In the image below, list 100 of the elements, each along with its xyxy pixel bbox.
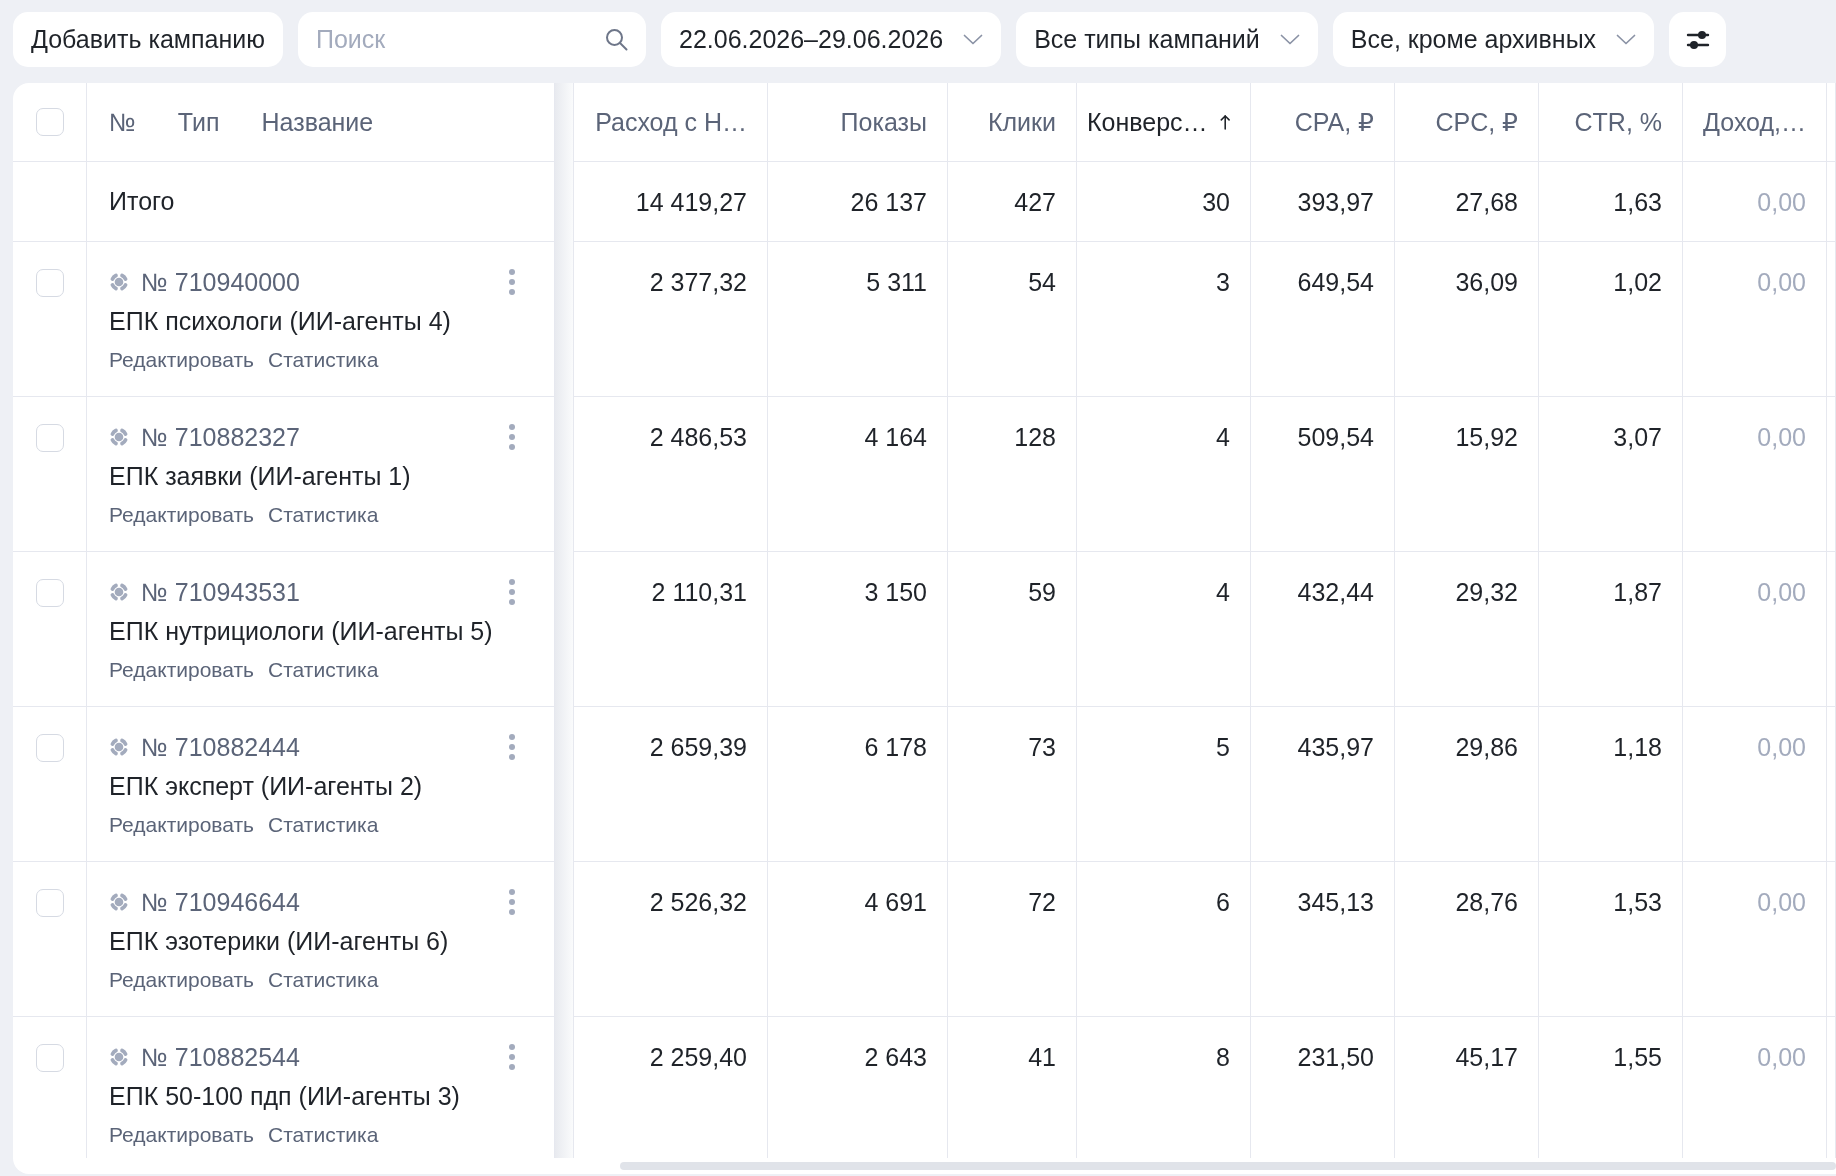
campaign-number: № 710940000 <box>141 267 300 297</box>
campaign-number: № 710882327 <box>141 422 300 452</box>
action-link[interactable]: Статистика <box>268 656 379 684</box>
table-cell: 5 <box>1077 707 1251 861</box>
add-campaign-button[interactable]: Добавить кампанию <box>13 12 283 67</box>
table-cell: 2 377,32 <box>574 242 768 396</box>
table-cell: 28,76 <box>1395 862 1539 1016</box>
kebab-menu-icon[interactable] <box>508 733 516 761</box>
table-cell: 59 <box>948 552 1077 706</box>
kebab-menu-icon[interactable] <box>508 1043 516 1071</box>
table-cell: 393,97 <box>1251 162 1395 241</box>
total-label: Итого <box>109 187 175 216</box>
campaign-number: № 710882444 <box>141 732 300 762</box>
action-link[interactable]: Статистика <box>268 501 379 529</box>
table-cell: 4 <box>1077 397 1251 551</box>
table-cell: 1,18 <box>1539 707 1683 861</box>
column-header[interactable]: Доход,… <box>1683 83 1827 161</box>
table-cell: 1,53 <box>1539 862 1683 1016</box>
campaign-name: ЕПК нутрициологи (ИИ-агенты 5) <box>109 616 493 647</box>
table-cell: 3 <box>1077 242 1251 396</box>
kebab-menu-icon[interactable] <box>508 888 516 916</box>
campaign-name: ЕПК психологи (ИИ-агенты 4) <box>109 306 451 337</box>
checkbox[interactable] <box>35 889 64 917</box>
table-cell: 0,00 <box>1683 862 1827 1016</box>
action-link[interactable]: Статистика <box>268 966 379 994</box>
kebab-menu-icon[interactable] <box>508 423 516 451</box>
action-link[interactable]: Редактировать <box>109 1121 255 1149</box>
focus-icon <box>109 1047 129 1067</box>
focus-icon <box>109 272 129 292</box>
checkbox[interactable] <box>35 269 64 297</box>
filter-dropdown[interactable]: Все, кроме архивных <box>1332 12 1655 67</box>
table-cell: 0,00 <box>1683 552 1827 706</box>
chevron-down-icon <box>1279 34 1300 45</box>
focus-icon <box>109 427 129 447</box>
table-cell: 6 <box>1077 862 1251 1016</box>
table-cell: 1,63 <box>1539 162 1683 241</box>
table-cell: 427 <box>948 162 1077 241</box>
table-cell: 345,13 <box>1251 862 1395 1016</box>
column-header[interactable]: CPA, ₽ <box>1251 83 1395 161</box>
filter-dropdown[interactable]: 22.06.2026–29.06.2026 <box>661 12 1002 67</box>
table-cell: 2 110,31 <box>574 552 768 706</box>
action-link[interactable]: Редактировать <box>109 346 255 374</box>
kebab-menu-icon[interactable] <box>508 578 516 606</box>
table-cell: 29,86 <box>1395 707 1539 861</box>
table-cell: 15,92 <box>1395 397 1539 551</box>
column-header[interactable]: Название <box>261 107 374 137</box>
table-cell: 54 <box>948 242 1077 396</box>
filter-dropdown[interactable]: Все типы кампаний <box>1016 12 1318 67</box>
column-header[interactable]: Показы <box>768 83 948 161</box>
checkbox[interactable] <box>35 1044 64 1072</box>
action-link[interactable]: Редактировать <box>109 656 255 684</box>
table-cell: 0,00 <box>1683 162 1827 241</box>
table-cell: 1,02 <box>1539 242 1683 396</box>
horizontal-scrollbar[interactable] <box>620 1162 1836 1170</box>
checkbox[interactable] <box>35 108 64 136</box>
checkbox[interactable] <box>35 734 64 762</box>
action-link[interactable]: Редактировать <box>109 811 255 839</box>
action-link[interactable]: Статистика <box>268 1121 379 1149</box>
focus-icon <box>109 737 129 757</box>
column-header[interactable]: Тип <box>177 107 220 137</box>
settings-button[interactable] <box>1669 12 1727 67</box>
table-cell: 435,97 <box>1251 707 1395 861</box>
table-cell: 26 137 <box>768 162 948 241</box>
campaign-name: ЕПК 50-100 пдп (ИИ-агенты 3) <box>109 1081 460 1112</box>
table-cell: 36,09 <box>1395 242 1539 396</box>
column-header[interactable]: Клики <box>948 83 1077 161</box>
column-header[interactable]: Расход с Н… <box>574 83 768 161</box>
table-cell: 3,07 <box>1539 397 1683 551</box>
action-link[interactable]: Статистика <box>268 346 379 374</box>
action-link[interactable]: Редактировать <box>109 501 255 529</box>
table-cell: 2 659,39 <box>574 707 768 861</box>
table-cell: 0,00 <box>1683 242 1827 396</box>
column-header[interactable]: CPC, ₽ <box>1395 83 1539 161</box>
table-cell: 2 526,32 <box>574 862 768 1016</box>
column-header[interactable]: Конверс… <box>1077 83 1251 161</box>
action-link[interactable]: Редактировать <box>109 966 255 994</box>
focus-icon <box>109 892 129 912</box>
table-cell: 0,00 <box>1683 397 1827 551</box>
table-cell: 4 <box>1077 552 1251 706</box>
action-link[interactable]: Статистика <box>268 811 379 839</box>
table-cell: 128 <box>948 397 1077 551</box>
table-cell: 2 486,53 <box>574 397 768 551</box>
checkbox[interactable] <box>35 579 64 607</box>
campaign-number: № 710882544 <box>141 1042 300 1072</box>
table-cell: 73 <box>948 707 1077 861</box>
table-cell: 649,54 <box>1251 242 1395 396</box>
search-icon <box>605 28 628 51</box>
chevron-down-icon <box>1616 34 1637 45</box>
column-header[interactable]: № <box>109 107 136 137</box>
campaign-number: № 710946644 <box>141 887 300 917</box>
search-field[interactable]: Поиск <box>298 12 646 67</box>
campaign-name: ЕПК заявки (ИИ-агенты 1) <box>109 461 411 492</box>
campaign-number: № 710943531 <box>141 577 300 607</box>
campaign-name: ЕПК эксперт (ИИ-агенты 2) <box>109 771 423 802</box>
checkbox[interactable] <box>35 424 64 452</box>
kebab-menu-icon[interactable] <box>508 268 516 296</box>
column-header[interactable]: CTR, % <box>1539 83 1683 161</box>
sliders-icon <box>1685 28 1710 51</box>
table-cell: 509,54 <box>1251 397 1395 551</box>
table-cell: 6 178 <box>768 707 948 861</box>
